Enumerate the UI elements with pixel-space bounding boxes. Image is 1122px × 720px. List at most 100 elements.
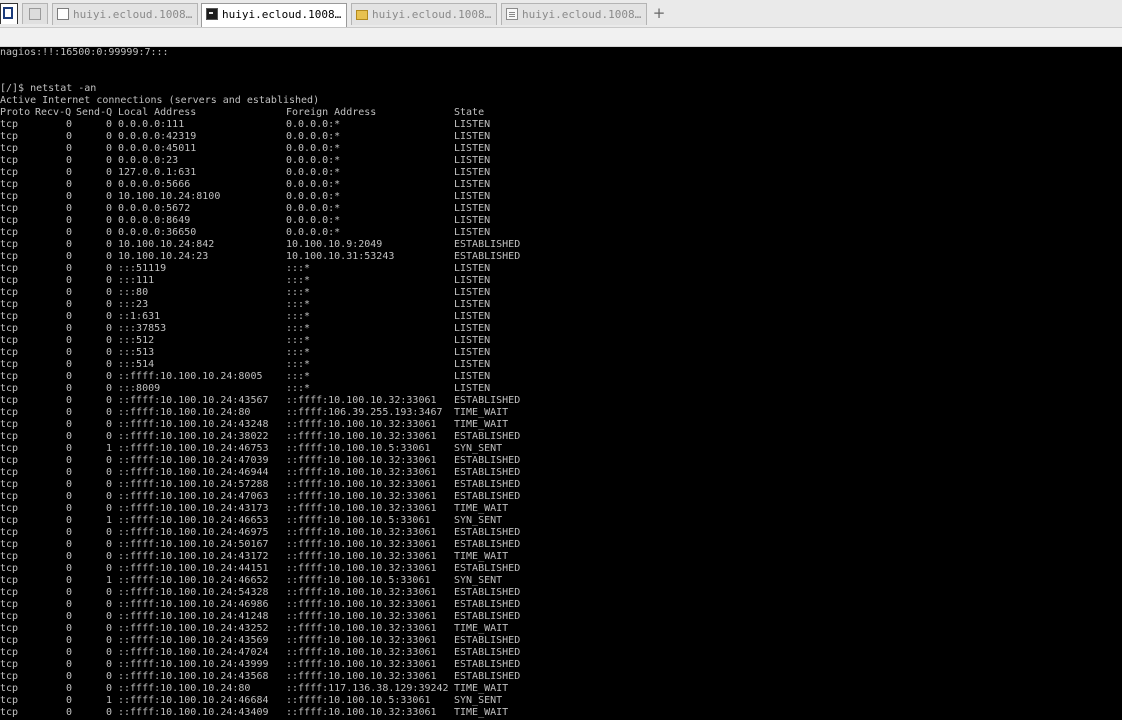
row-recvq: 0: [65, 323, 72, 334]
row-foreign-address: 0.0.0.0:*: [286, 179, 341, 190]
row-foreign-address: ::ffff:10.100.10.32:33061: [286, 431, 437, 442]
table-row: tcp 0 0::ffff:10.100.10.24:43172::ffff:10.…: [0, 551, 1122, 563]
row-foreign-address: ::ffff:10.100.10.32:33061: [286, 395, 437, 406]
row-proto: tcp: [0, 635, 19, 646]
row-sendq: 1: [105, 515, 112, 526]
row-recvq: 0: [65, 371, 72, 382]
row-recvq: 0: [65, 539, 72, 550]
table-row: tcp 0 1::ffff:10.100.10.24:46653::ffff:10.…: [0, 515, 1122, 527]
row-local-address: ::ffff:10.100.10.24:43568: [118, 671, 269, 682]
row-state: TIME_WAIT: [454, 551, 509, 562]
table-row: tcp 0 0 0.0.0.0:23 0.0.0.0:* LISTEN: [0, 155, 1122, 167]
row-sendq: 1: [105, 575, 112, 586]
row-foreign-address: 0.0.0.0:*: [286, 167, 341, 178]
row-state: LISTEN: [454, 275, 491, 286]
row-proto: tcp: [0, 215, 19, 226]
row-sendq: 0: [105, 179, 112, 190]
row-recvq: 0: [65, 131, 72, 142]
row-sendq: 0: [105, 491, 112, 502]
row-recvq: 0: [65, 407, 72, 418]
row-state: SYN_SENT: [454, 575, 503, 586]
table-row: tcp 0 0::ffff:10.100.10.24:44151::ffff:10.…: [0, 563, 1122, 575]
row-state: SYN_SENT: [454, 695, 503, 706]
table-row: tcp 0 0 127.0.0.1:631 0.0.0.0:* LISTEN: [0, 167, 1122, 179]
row-proto: tcp: [0, 155, 19, 166]
table-row: tcp 0 0 10.100.10.24:23 10.100.10.31:53243 ES…: [0, 251, 1122, 263]
row-recvq: 0: [65, 431, 72, 442]
row-sendq: 0: [105, 383, 112, 394]
row-recvq: 0: [65, 503, 72, 514]
row-state: ESTABLISHED: [454, 251, 521, 262]
row-recvq: 0: [65, 479, 72, 490]
row-local-address: :::513: [118, 347, 155, 358]
row-recvq: 0: [65, 191, 72, 202]
new-tab-button[interactable]: +: [651, 5, 667, 21]
tab-document[interactable]: huiyi.ecloud.1008...: [501, 3, 647, 25]
terminal-output[interactable]: nagios:!!:16500:0:99999:7::: [/]$ netsta…: [0, 47, 1122, 720]
row-local-address: ::ffff:10.100.10.24:47063: [118, 491, 269, 502]
row-state: ESTABLISHED: [454, 587, 521, 598]
row-recvq: 0: [65, 515, 72, 526]
row-proto: tcp: [0, 539, 19, 550]
row-proto: tcp: [0, 251, 19, 262]
table-row: tcp 0 0::ffff:10.100.10.24:43252::ffff:10.…: [0, 623, 1122, 635]
row-sendq: 0: [105, 215, 112, 226]
app-menu-button[interactable]: [0, 3, 18, 24]
row-proto: tcp: [0, 395, 19, 406]
row-local-address: ::ffff:10.100.10.24:43252: [118, 623, 269, 634]
row-sendq: 0: [105, 587, 112, 598]
row-sendq: 0: [105, 419, 112, 430]
row-proto: tcp: [0, 671, 19, 682]
tab-bar: huiyi.ecloud.1008... huiyi.ecloud.1008..…: [0, 0, 1122, 28]
row-state: ESTABLISHED: [454, 491, 521, 502]
row-foreign-address: ::ffff:117.136.38.129:39242: [286, 683, 449, 694]
tab-file-browser[interactable]: huiyi.ecloud.1008...: [351, 3, 497, 25]
table-row: tcp 0 0 0.0.0.0:45011 0.0.0.0:* LISTEN: [0, 143, 1122, 155]
row-local-address: 0.0.0.0:45011: [118, 143, 197, 154]
row-sendq: 0: [105, 647, 112, 658]
row-proto: tcp: [0, 491, 19, 502]
row-local-address: ::1:631: [118, 311, 161, 322]
blank-tab-button[interactable]: [22, 3, 48, 24]
table-row: tcp 0 0 0.0.0.0:8649 0.0.0.0:* LISTEN: [0, 215, 1122, 227]
row-state: ESTABLISHED: [454, 563, 521, 574]
row-local-address: 0.0.0.0:111: [118, 119, 185, 130]
row-state: ESTABLISHED: [454, 467, 521, 478]
row-sendq: 0: [105, 551, 112, 562]
row-local-address: 10.100.10.24:8100: [118, 191, 221, 202]
command-prompt: [/]$ netstat -an: [0, 83, 97, 94]
tab-terminal-active[interactable]: huiyi.ecloud.1008...: [201, 3, 347, 27]
row-foreign-address: ::ffff:10.100.10.32:33061: [286, 635, 437, 646]
row-sendq: 0: [105, 683, 112, 694]
table-row: tcp 0 0:::8009:::* LISTEN: [0, 383, 1122, 395]
row-local-address: ::ffff:10.100.10.24:46653: [118, 515, 269, 526]
row-proto: tcp: [0, 695, 19, 706]
tab-session-1[interactable]: huiyi.ecloud.1008...: [52, 3, 198, 25]
table-row: tcp 0 0:::111:::* LISTEN: [0, 275, 1122, 287]
row-proto: tcp: [0, 611, 19, 622]
row-foreign-address: :::*: [286, 311, 311, 322]
row-foreign-address: :::*: [286, 299, 311, 310]
document-icon: [506, 8, 518, 20]
row-sendq: 0: [105, 599, 112, 610]
row-foreign-address: ::ffff:10.100.10.32:33061: [286, 671, 437, 682]
row-sendq: 0: [105, 503, 112, 514]
row-proto: tcp: [0, 179, 19, 190]
table-row: tcp 0 0::ffff:10.100.10.24:43569::ffff:10.…: [0, 635, 1122, 647]
row-recvq: 0: [65, 611, 72, 622]
row-foreign-address: ::ffff:10.100.10.32:33061: [286, 587, 437, 598]
row-proto: tcp: [0, 563, 19, 574]
row-proto: tcp: [0, 551, 19, 562]
row-foreign-address: 0.0.0.0:*: [286, 215, 341, 226]
table-row: tcp 0 0 0.0.0.0:36650 0.0.0.0:* LISTEN: [0, 227, 1122, 239]
row-state: LISTEN: [454, 203, 491, 214]
row-local-address: 0.0.0.0:8649: [118, 215, 191, 226]
row-recvq: 0: [65, 359, 72, 370]
row-local-address: ::ffff:10.100.10.24:38022: [118, 431, 269, 442]
passwd-line: nagios:!!:16500:0:99999:7:::: [0, 47, 169, 58]
row-foreign-address: 0.0.0.0:*: [286, 227, 341, 238]
row-foreign-address: 10.100.10.31:53243: [286, 251, 395, 262]
row-state: LISTEN: [454, 263, 491, 274]
row-recvq: 0: [65, 119, 72, 130]
row-local-address: ::ffff:10.100.10.24:46753: [118, 443, 269, 454]
